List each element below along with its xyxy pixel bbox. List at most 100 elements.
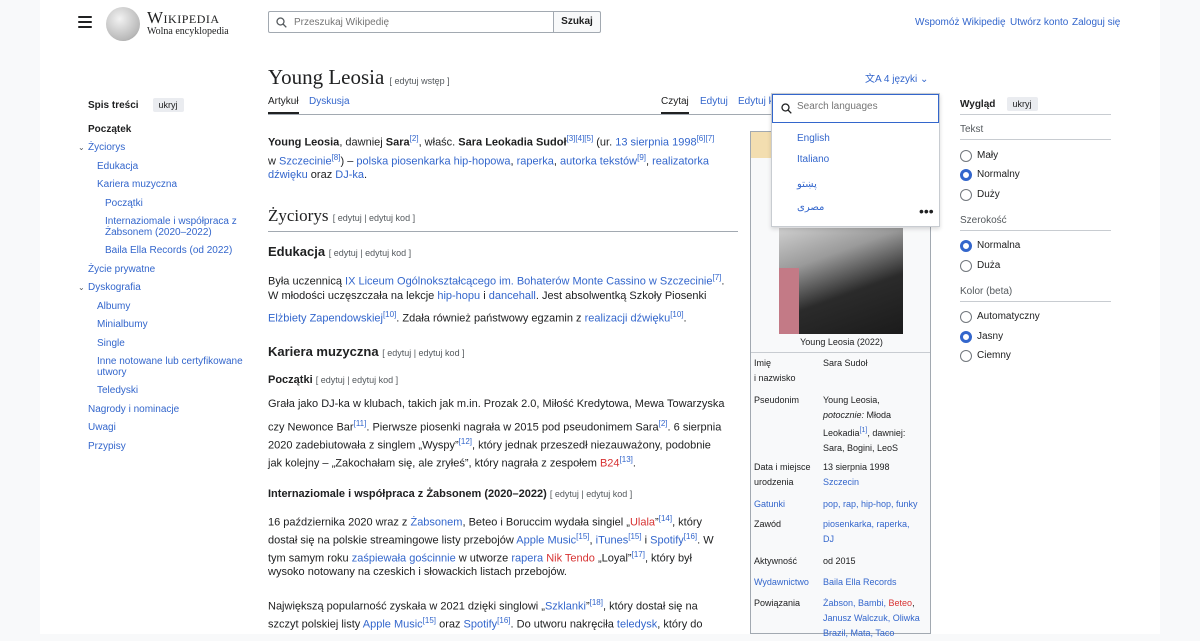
edit-intro-link[interactable]: [ edytuj wstęp ] [390,76,450,86]
ref[interactable]: [16] [684,532,697,541]
toc-item-minialbumy[interactable]: Minialbumy [97,319,148,330]
ref[interactable]: [15] [628,532,641,541]
link[interactable]: Apple Music [363,619,423,631]
donate-link[interactable]: Wspomóż Wikipedię [915,17,1006,28]
link[interactable]: dancehall [489,290,536,302]
edit-section-link[interactable]: [ edytuj | edytuj kod ] [333,213,415,223]
ref[interactable]: [9] [637,153,646,162]
language-item-pashto[interactable]: پښتو [797,179,817,190]
search-field[interactable] [268,11,554,33]
link[interactable]: DJ-ka [335,169,364,181]
ref[interactable]: [11] [354,419,367,428]
red-link[interactable]: Beteo [889,598,913,608]
edit-section-link[interactable]: [ edytuj | edytuj kod ] [382,348,464,358]
tab-artykul[interactable]: Artykuł [268,96,299,114]
ref[interactable]: [3][4][5] [567,134,594,143]
toc-item-kariera[interactable]: Kariera muzyczna [97,179,177,190]
toc-item-single[interactable]: Single [97,338,125,349]
ref[interactable]: [16] [497,616,510,625]
link[interactable]: Żabson [823,598,853,608]
login-link[interactable]: Zaloguj się [1072,17,1120,28]
edit-section-link[interactable]: [ edytuj | edytuj kod ] [329,248,411,258]
edit-section-link[interactable]: [ edytuj | edytuj kod ] [316,375,398,385]
link[interactable]: Janusz Walczuk, Oliwka [823,611,929,626]
radio-text-small[interactable] [960,150,972,162]
ref[interactable]: [10] [670,310,683,319]
toc-item-inne-2[interactable]: utwory [97,367,126,378]
language-item-italiano[interactable]: Italiano [797,154,829,165]
radio-text-large[interactable] [960,189,972,201]
link[interactable]: realizacji dźwięku [585,313,671,325]
ref[interactable]: [15] [576,532,589,541]
toc-item-internaziomale[interactable]: Internaziomale i współpraca z [105,216,237,227]
radio-color-auto[interactable] [960,311,972,323]
ref[interactable]: [17] [632,550,645,559]
infobox-label-link[interactable]: Gatunki [754,497,785,512]
ref[interactable]: [2] [410,134,419,143]
toc-item-poczatek[interactable]: Początek [88,124,131,135]
ref[interactable]: [10] [383,310,396,319]
create-account-link[interactable]: Utwórz konto [1010,17,1068,28]
wikipedia-globe-logo[interactable] [106,7,140,41]
tab-edytuj[interactable]: Edytuj [700,96,728,107]
infobox-label-link[interactable]: Wydawnictwo [754,575,809,590]
edit-section-link[interactable]: [ edytuj | edytuj kod ] [550,489,632,499]
radio-color-dark[interactable] [960,350,972,362]
language-item-egyptian-arabic[interactable]: مصرى [797,202,824,213]
radio-width-wide[interactable] [960,260,972,272]
tab-czytaj[interactable]: Czytaj [661,96,689,114]
link[interactable]: dźwięku [268,169,308,181]
toc-item-baila[interactable]: Baila Ella Records (od 2022) [105,245,232,256]
radio-color-light[interactable] [960,331,972,343]
ref[interactable]: [15] [423,616,436,625]
ref[interactable]: [14] [659,514,672,523]
link[interactable]: Szczecin [823,475,929,490]
ref[interactable]: [13] [620,455,633,464]
search-input[interactable] [294,14,544,30]
toc-item-edukacja[interactable]: Edukacja [97,161,138,172]
toc-item-zycie-prywatne[interactable]: Życie prywatne [88,264,155,275]
language-search-input[interactable] [797,101,932,112]
toc-item-uwagi[interactable]: Uwagi [88,422,116,433]
link[interactable]: realizatorka [652,156,709,168]
tab-edytuj-kod[interactable]: Edytuj k [738,96,774,107]
link[interactable]: IX Liceum Ogólnokształcącego im. Bohater… [345,276,712,288]
link[interactable]: DJ [823,532,929,547]
link[interactable]: teledysk [617,619,657,631]
artist-photo[interactable] [779,228,903,334]
link[interactable]: piosenkarka, raperka, [823,517,929,532]
ref[interactable]: [2] [659,419,668,428]
infobox-value-link[interactable]: Baila Ella Records [823,575,929,590]
toc-item-inne[interactable]: Inne notowane lub certyfikowane [97,356,243,367]
toc-item-nagrody[interactable]: Nagrody i nominacje [88,404,179,415]
link[interactable]: Spotify [464,619,498,631]
link[interactable]: , Bambi, [853,598,889,608]
infobox-value-link[interactable]: pop, rap, hip-hop, funky [823,497,929,512]
more-options-icon[interactable]: ••• [919,204,934,218]
ref[interactable]: [18] [590,598,603,607]
link[interactable]: polska piosenkarka hip-hopowa [356,156,510,168]
language-item-english[interactable]: English [797,133,830,144]
chevron-down-icon[interactable]: ⌄ [78,283,85,292]
toc-item-albumy[interactable]: Albumy [97,301,130,312]
search-button[interactable]: Szukaj [553,11,601,33]
toc-item-internaziomale-2[interactable]: Żabsonem (2020–2022) [105,227,212,238]
main-menu-icon[interactable] [78,16,92,28]
ref[interactable]: [6][7] [697,134,715,143]
infobox-value-link[interactable]: piosenkarka, raperka, DJ [823,517,929,547]
link[interactable]: 1998 [672,137,696,149]
chevron-down-icon[interactable]: ⌄ [78,143,85,152]
toc-hide-button[interactable]: ukryj [152,98,184,112]
site-brand[interactable]: Wikipedia Wolna encyklopedia [147,9,229,38]
link[interactable]: raperka [517,156,554,168]
radio-text-normal[interactable] [960,169,972,181]
toc-item-przypisy[interactable]: Przypisy [88,441,126,452]
appearance-hide-button[interactable]: ukryj [1006,97,1038,111]
red-link[interactable]: B24 [600,458,620,470]
toc-item-poczatki[interactable]: Początki [105,198,143,209]
link[interactable]: hip-hopu [437,290,480,302]
language-button[interactable]: 文A 4 języki ⌄ [865,70,928,85]
toc-item-teledyski[interactable]: Teledyski [97,385,138,396]
tab-dyskusja[interactable]: Dyskusja [309,96,350,107]
link[interactable]: 13 sierpnia [615,137,669,149]
